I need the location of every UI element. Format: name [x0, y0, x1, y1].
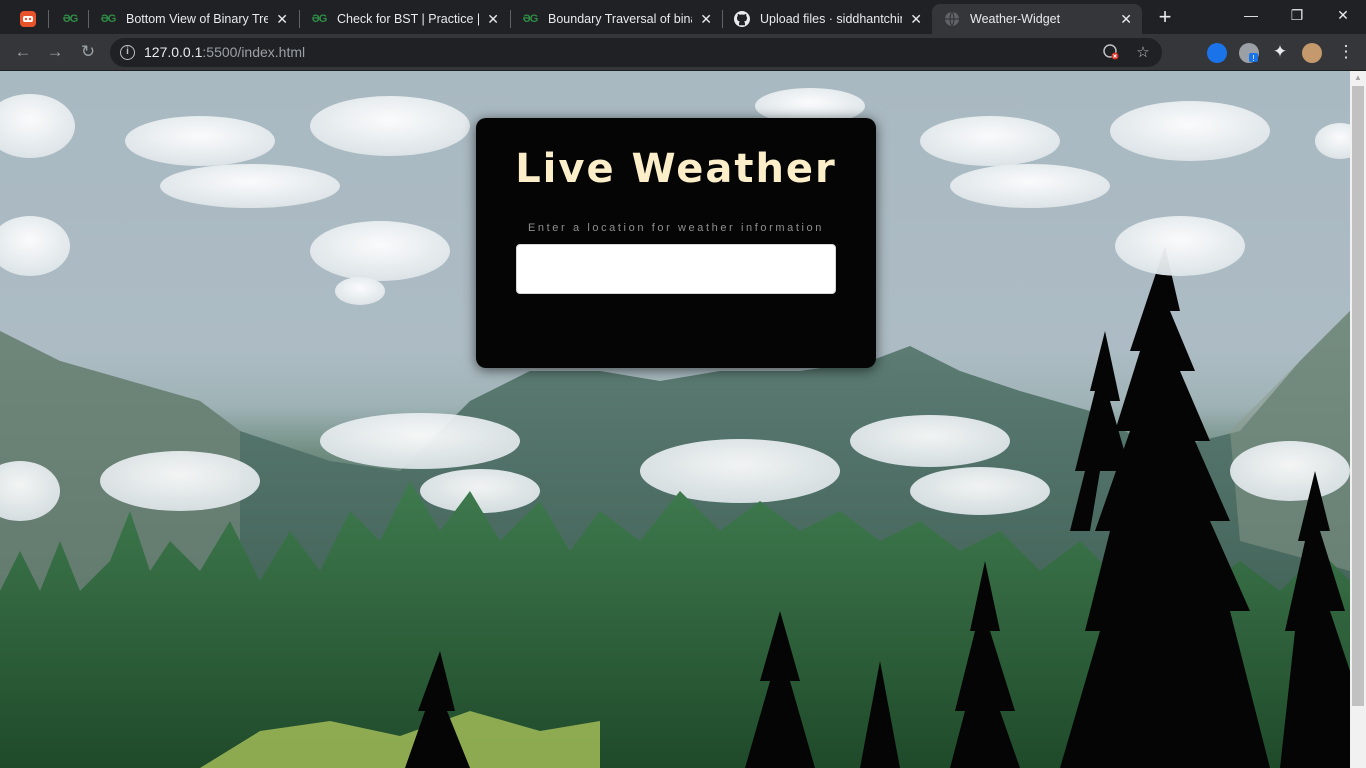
menu-kebab-icon[interactable]: ⋮ [1333, 40, 1359, 66]
extension-blue-icon[interactable] [1207, 43, 1227, 63]
url-host: 127.0.0.1 [144, 44, 203, 60]
widget-title: Live Weather [515, 146, 837, 192]
tab-strip: ƏG ƏG Bottom View of Binary Tree ✕ ƏG Ch… [0, 0, 1366, 34]
scrollbar-thumb[interactable] [1352, 86, 1364, 706]
svg-text:!: ! [1252, 54, 1254, 63]
tab-label: Boundary Traversal of binar [548, 12, 693, 26]
blocked-popup-icon[interactable] [1102, 44, 1120, 62]
close-tab-icon[interactable]: ✕ [276, 11, 288, 28]
app-icon [20, 11, 36, 27]
minimize-button[interactable]: — [1228, 0, 1274, 32]
gfg-icon: ƏG [62, 13, 79, 25]
location-prompt: Enter a location for weather information [528, 222, 824, 234]
gfg-icon: ƏG [522, 13, 539, 25]
url-text[interactable]: 127.0.0.1:5500/index.html [144, 44, 305, 60]
bookmark-star-icon[interactable]: ☆ [1134, 44, 1152, 62]
tab-label: Check for BST | Practice | Ge [337, 12, 480, 26]
extension-badge-icon[interactable]: ! [1239, 43, 1259, 63]
page-viewport: Live Weather Enter a location for weathe… [0, 71, 1350, 768]
url-path: :5500/index.html [202, 44, 306, 60]
forward-arrow-icon[interactable]: → [42, 40, 68, 66]
tab-separator [48, 10, 49, 28]
tab-boundary-traversal[interactable]: ƏG Boundary Traversal of binar ✕ [510, 4, 722, 34]
gfg-icon: ƏG [311, 13, 328, 25]
scroll-up-arrow-icon[interactable]: ▲ [1350, 71, 1366, 85]
close-window-button[interactable]: ✕ [1320, 0, 1366, 32]
location-input[interactable] [516, 244, 836, 294]
tab-gfg[interactable]: ƏG [50, 4, 90, 34]
browser-toolbar: ← → ↻ i 127.0.0.1:5500/index.html ☆ ! ✦ … [0, 34, 1366, 71]
globe-icon [944, 11, 960, 27]
tab-app[interactable] [8, 4, 52, 34]
restore-button[interactable]: ❐ [1274, 0, 1320, 32]
tab-weather-widget[interactable]: Weather-Widget ✕ [932, 4, 1142, 34]
back-arrow-icon[interactable]: ← [10, 40, 36, 66]
close-tab-icon[interactable]: ✕ [1120, 11, 1132, 28]
weather-widget-card: Live Weather Enter a location for weathe… [476, 118, 876, 368]
info-icon[interactable]: i [120, 45, 135, 60]
extensions-puzzle-icon[interactable]: ✦ [1267, 40, 1293, 66]
tab-label: Upload files · siddhantchim [760, 12, 903, 26]
tab-check-bst[interactable]: ƏG Check for BST | Practice | Ge ✕ [299, 4, 509, 34]
github-icon [734, 11, 750, 27]
new-tab-button[interactable]: + [1152, 5, 1178, 31]
close-tab-icon[interactable]: ✕ [910, 11, 922, 28]
vertical-scrollbar[interactable]: ▲ [1350, 71, 1366, 768]
address-bar[interactable]: i 127.0.0.1:5500/index.html ☆ [110, 38, 1162, 67]
tab-label: Weather-Widget [970, 12, 1061, 26]
profile-avatar[interactable] [1302, 43, 1322, 63]
tab-bottom-view[interactable]: ƏG Bottom View of Binary Tree ✕ [88, 4, 298, 34]
reload-icon[interactable]: ↻ [75, 40, 101, 66]
tab-label: Bottom View of Binary Tree [126, 12, 269, 26]
tab-upload-files[interactable]: Upload files · siddhantchim ✕ [722, 4, 932, 34]
gfg-icon: ƏG [100, 13, 117, 25]
close-tab-icon[interactable]: ✕ [487, 11, 499, 28]
close-tab-icon[interactable]: ✕ [700, 11, 712, 28]
